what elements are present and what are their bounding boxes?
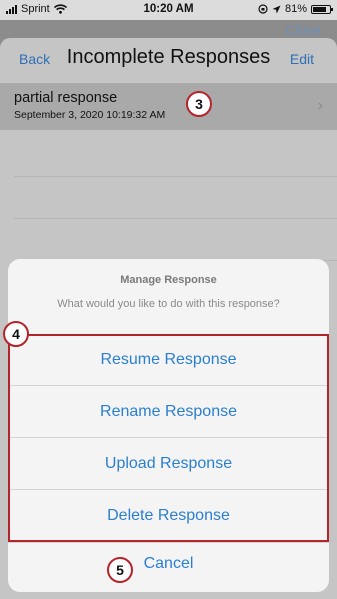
row-divider <box>14 176 337 177</box>
action-sheet-title: Manage Response <box>120 274 217 286</box>
edit-button[interactable]: Edit <box>290 51 314 67</box>
status-right: 81% <box>258 3 333 15</box>
action-sheet-message: What would you like to do with this resp… <box>57 298 280 310</box>
callout-badge: 4 <box>3 321 29 347</box>
row-divider <box>14 218 337 219</box>
callout-badge: 3 <box>186 91 212 117</box>
location-arrow-icon <box>272 5 281 13</box>
response-timestamp: September 3, 2020 10:19:32 AM <box>14 109 166 121</box>
resume-response-button[interactable]: Resume Response <box>8 334 329 385</box>
status-bar: Sprint 10:20 AM 81% <box>0 0 337 20</box>
page-title: Incomplete Responses <box>66 46 271 68</box>
upload-response-button[interactable]: Upload Response <box>8 438 329 489</box>
delete-response-button[interactable]: Delete Response <box>8 490 329 541</box>
lock-rotation-icon <box>258 4 268 14</box>
chevron-right-icon: › <box>317 97 323 114</box>
manage-response-action-sheet: Manage Response What would you like to d… <box>8 259 329 592</box>
battery-icon <box>311 4 333 14</box>
callout-badge: 5 <box>107 557 133 583</box>
close-button[interactable]: Close <box>285 22 321 38</box>
divider <box>8 542 329 543</box>
response-title: partial response <box>14 90 118 106</box>
rename-response-button[interactable]: Rename Response <box>8 386 329 437</box>
list-item[interactable]: partial response September 3, 2020 10:19… <box>0 83 337 130</box>
battery-percent: 81% <box>284 3 307 15</box>
cancel-button[interactable]: Cancel <box>0 555 337 573</box>
